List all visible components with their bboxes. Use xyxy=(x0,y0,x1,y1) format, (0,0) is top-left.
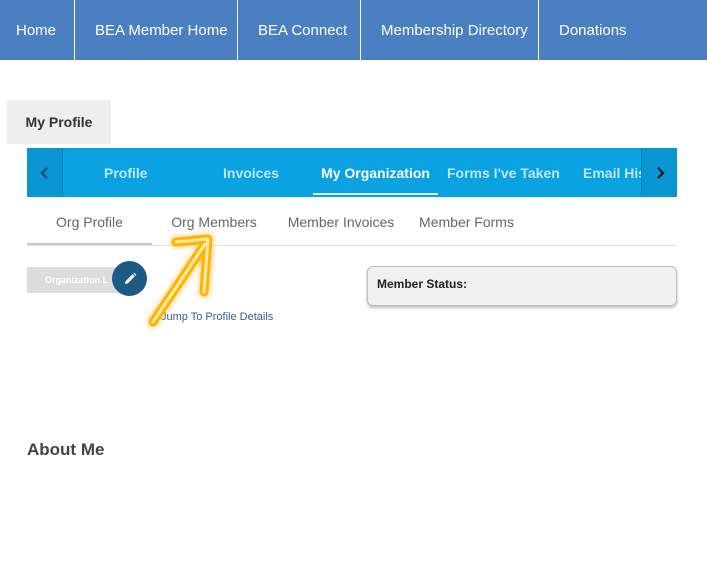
chevron-right-icon xyxy=(656,166,665,179)
member-status-panel: Member Status: xyxy=(367,266,677,306)
tab-my-organization[interactable]: My Organization xyxy=(313,148,438,197)
tab-forms-taken[interactable]: Forms I've Taken xyxy=(447,148,560,197)
subtab-member-invoices[interactable]: Member Invoices xyxy=(281,200,401,244)
about-me-heading: About Me xyxy=(27,440,105,459)
jump-to-profile-details-link[interactable]: Jump To Profile Details xyxy=(161,311,273,323)
nav-bea-connect[interactable]: BEA Connect xyxy=(238,0,361,60)
subtab-org-members[interactable]: Org Members xyxy=(157,200,271,244)
top-navigation: Home BEA Member Home BEA Connect Members… xyxy=(0,0,707,60)
tab-profile[interactable]: Profile xyxy=(104,148,148,197)
tab-invoices[interactable]: Invoices xyxy=(223,148,279,197)
subtab-org-profile[interactable]: Org Profile xyxy=(27,200,152,245)
subtab-member-forms[interactable]: Member Forms xyxy=(414,200,519,244)
chevron-left-icon xyxy=(39,166,48,179)
active-tab-indicator xyxy=(313,193,438,195)
nav-donations[interactable]: Donations xyxy=(539,0,707,60)
scroll-right-button[interactable] xyxy=(641,148,677,197)
scroll-left-button[interactable] xyxy=(27,148,63,197)
edit-logo-button[interactable] xyxy=(112,261,147,296)
pencil-icon xyxy=(124,272,136,284)
nav-membership-directory[interactable]: Membership Directory xyxy=(361,0,539,60)
organization-subtabs: Org Profile Org Members Member Invoices … xyxy=(27,200,677,246)
tab-email-history[interactable]: Email His xyxy=(583,148,646,197)
profile-tabstrip: Profile Invoices My Organization Forms I… xyxy=(27,148,677,197)
nav-home[interactable]: Home xyxy=(0,0,75,60)
member-status-label: Member Status: xyxy=(377,277,468,291)
my-profile-tab[interactable]: My Profile xyxy=(7,100,111,144)
nav-bea-member-home[interactable]: BEA Member Home xyxy=(75,0,238,60)
